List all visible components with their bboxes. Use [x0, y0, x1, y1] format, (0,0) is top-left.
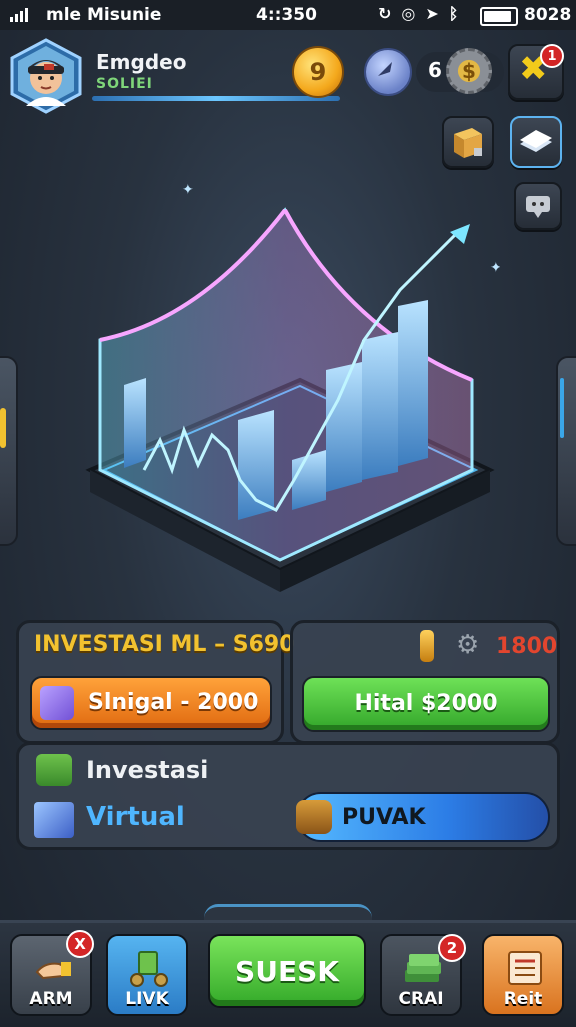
gear-count: 6: [428, 58, 442, 82]
nav-arm-label: ARM: [29, 989, 73, 1009]
investasi-label: Investasi: [86, 756, 209, 784]
navigation-icon: ➤: [425, 4, 439, 23]
right-side-tab[interactable]: [556, 356, 576, 546]
nav-crai-label: CRAI: [398, 989, 444, 1009]
coin-icon[interactable]: 9: [292, 46, 344, 98]
left-side-tab[interactable]: [0, 356, 18, 546]
cog-icon: ⚙: [456, 630, 480, 660]
nav-reit-button[interactable]: Reit: [482, 934, 564, 1016]
experience-bar: [92, 96, 340, 101]
signal-button[interactable]: Slnigal - 2000: [30, 676, 272, 730]
nav-crai-button[interactable]: CRAI 2: [380, 934, 466, 1016]
cost-value: 1800: [496, 634, 558, 659]
crate-icon: [454, 128, 482, 158]
svg-text:✦: ✦: [182, 182, 194, 198]
stack-icon: [34, 802, 74, 838]
nav-crai-badge: 2: [438, 934, 466, 962]
nav-arm-button[interactable]: ARM X: [10, 930, 94, 1016]
list-icon: [508, 951, 542, 985]
bluetooth-icon: ᛒ: [448, 4, 459, 23]
status-icons: ↻ ◎ ➤ ᛒ: [378, 4, 458, 23]
coin-symbol: 9: [309, 58, 327, 86]
cash-icon: [405, 954, 441, 982]
player-level: SOLIEI: [96, 76, 153, 92]
battery-level: 8028: [524, 5, 572, 25]
sync-icon: ↻: [378, 4, 392, 23]
carrier-name: mle Misunie: [46, 5, 162, 25]
cube-icon: [40, 686, 74, 720]
crate-button[interactable]: [442, 116, 494, 168]
clock-time: 4::350: [256, 5, 317, 25]
notification-badge: 1: [540, 44, 564, 68]
player-avatar[interactable]: [8, 38, 84, 114]
nav-reit-label: Reit: [503, 989, 543, 1009]
nav-livk-button[interactable]: LIVK: [106, 934, 188, 1016]
kital-button-label: Hital $2000: [354, 691, 498, 716]
chat-icon: [378, 62, 392, 76]
kital-button[interactable]: Hital $2000: [302, 676, 550, 732]
gold-bar-icon: [420, 630, 434, 662]
map-button[interactable]: [510, 116, 562, 168]
invest-title: INVESTASI ML – S690: [34, 632, 295, 657]
gear-icon[interactable]: $: [446, 48, 492, 94]
nav-arm-badge: X: [66, 930, 94, 958]
cash-stack-icon: [130, 951, 168, 987]
signal-icon: [10, 8, 28, 22]
chat-button[interactable]: [364, 48, 412, 96]
nav-suesk-button[interactable]: SUESK: [208, 934, 366, 1008]
message-button[interactable]: [514, 182, 562, 230]
virtual-label: Virtual: [86, 802, 185, 832]
nav-livk-label: LIVK: [125, 989, 169, 1009]
gear-symbol: $: [462, 59, 476, 83]
puvak-button[interactable]: PUVAK: [296, 792, 550, 842]
svg-text:✦: ✦: [490, 260, 500, 276]
map-icon: [520, 130, 552, 152]
location-icon: ◎: [401, 4, 416, 23]
chart-hologram-illustration: ✦ ✦ ✦: [85, 182, 500, 592]
nav-suesk-label: SUESK: [235, 955, 339, 988]
signal-button-label: Slnigal - 2000: [88, 690, 259, 715]
puvak-button-label: PUVAK: [342, 805, 426, 830]
message-icon: [526, 196, 550, 218]
hand-icon: [35, 962, 71, 980]
money-icon: [36, 754, 72, 786]
gear-token-icon: [296, 800, 332, 834]
player-name: Emgdeo: [96, 50, 187, 74]
battery-icon: [480, 7, 518, 26]
status-bar: mle Misunie 4::350 ↻ ◎ ➤ ᛒ 8028: [0, 0, 576, 30]
